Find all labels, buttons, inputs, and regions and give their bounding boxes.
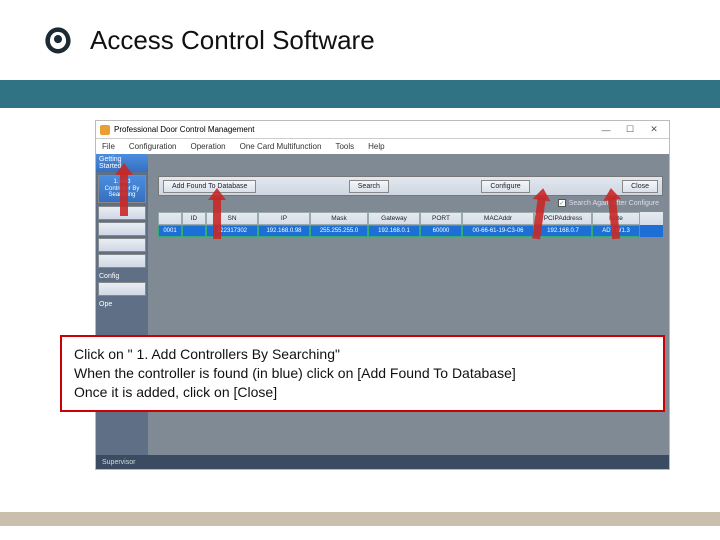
grid-row-selected[interactable]: 0001 122317302 192.168.0.98 255.255.255.… xyxy=(158,225,663,237)
grid-header[interactable] xyxy=(158,212,182,225)
search-again-checkbox[interactable]: ✓ xyxy=(558,199,566,207)
instruction-box: Click on " 1. Add Controllers By Searchi… xyxy=(60,335,665,412)
close-button[interactable]: Close xyxy=(622,180,658,193)
sidebar-item[interactable] xyxy=(98,282,146,296)
sidebar-item[interactable] xyxy=(98,238,146,252)
grid-cell xyxy=(182,225,206,237)
grid-cell: 192.168.0.1 xyxy=(368,225,420,237)
configure-button[interactable]: Configure xyxy=(481,180,529,193)
menu-help[interactable]: Help xyxy=(368,142,384,151)
status-user: Supervisor xyxy=(102,459,135,466)
menu-file[interactable]: File xyxy=(102,142,115,151)
logo-icon xyxy=(40,22,76,58)
grid-cell: 255.255.255.0 xyxy=(310,225,368,237)
grid-cell: 192.168.0.98 xyxy=(258,225,310,237)
sidebar-item[interactable] xyxy=(98,222,146,236)
grid-cell: 192.168.0.7 xyxy=(534,225,592,237)
instruction-line: Click on " 1. Add Controllers By Searchi… xyxy=(74,345,651,364)
close-window-button[interactable]: ✕ xyxy=(643,123,665,137)
grid-header[interactable]: ID xyxy=(182,212,206,225)
titlebar: Professional Door Control Management — ☐… xyxy=(96,121,669,139)
grid-cell: 00-66-61-19-C3-06 xyxy=(462,225,534,237)
app-icon xyxy=(100,125,110,135)
annotation-arrow-icon xyxy=(213,197,221,239)
menu-configuration[interactable]: Configuration xyxy=(129,142,177,151)
grid-header[interactable]: MACAddr xyxy=(462,212,534,225)
sidebar-ops-label: Ope xyxy=(96,297,148,309)
minimize-button[interactable]: — xyxy=(595,123,617,137)
grid-header[interactable]: PORT xyxy=(420,212,462,225)
search-toolbar: Add Found To Database Search Configure C… xyxy=(158,176,663,196)
grid-header[interactable]: Gateway xyxy=(368,212,420,225)
page-title: Access Control Software xyxy=(90,25,375,56)
instruction-line: When the controller is found (in blue) c… xyxy=(74,364,651,383)
sidebar-config-label: Config xyxy=(96,269,148,281)
grid-header[interactable]: Mask xyxy=(310,212,368,225)
window-title: Professional Door Control Management xyxy=(114,125,255,134)
annotation-arrow-icon xyxy=(120,172,128,216)
menu-tools[interactable]: Tools xyxy=(335,142,354,151)
search-button[interactable]: Search xyxy=(349,180,389,193)
statusbar: Supervisor xyxy=(96,455,669,469)
grid-header-row: ID SN IP Mask Gateway PORT MACAddr PCIPA… xyxy=(158,212,663,225)
menu-operation[interactable]: Operation xyxy=(190,142,225,151)
grid-cell: 0001 xyxy=(158,225,182,237)
app-window: Professional Door Control Management — ☐… xyxy=(95,120,670,470)
menu-onecard[interactable]: One Card Multifunction xyxy=(240,142,322,151)
header-band xyxy=(0,80,720,108)
maximize-button[interactable]: ☐ xyxy=(619,123,641,137)
grid-header[interactable]: IP xyxy=(258,212,310,225)
sidebar-item[interactable] xyxy=(98,254,146,268)
results-grid: ID SN IP Mask Gateway PORT MACAddr PCIPA… xyxy=(158,212,663,237)
menubar: File Configuration Operation One Card Mu… xyxy=(96,139,669,154)
footer-stripe xyxy=(0,512,720,526)
grid-cell: 60000 xyxy=(420,225,462,237)
instruction-line: Once it is added, click on [Close] xyxy=(74,383,651,402)
